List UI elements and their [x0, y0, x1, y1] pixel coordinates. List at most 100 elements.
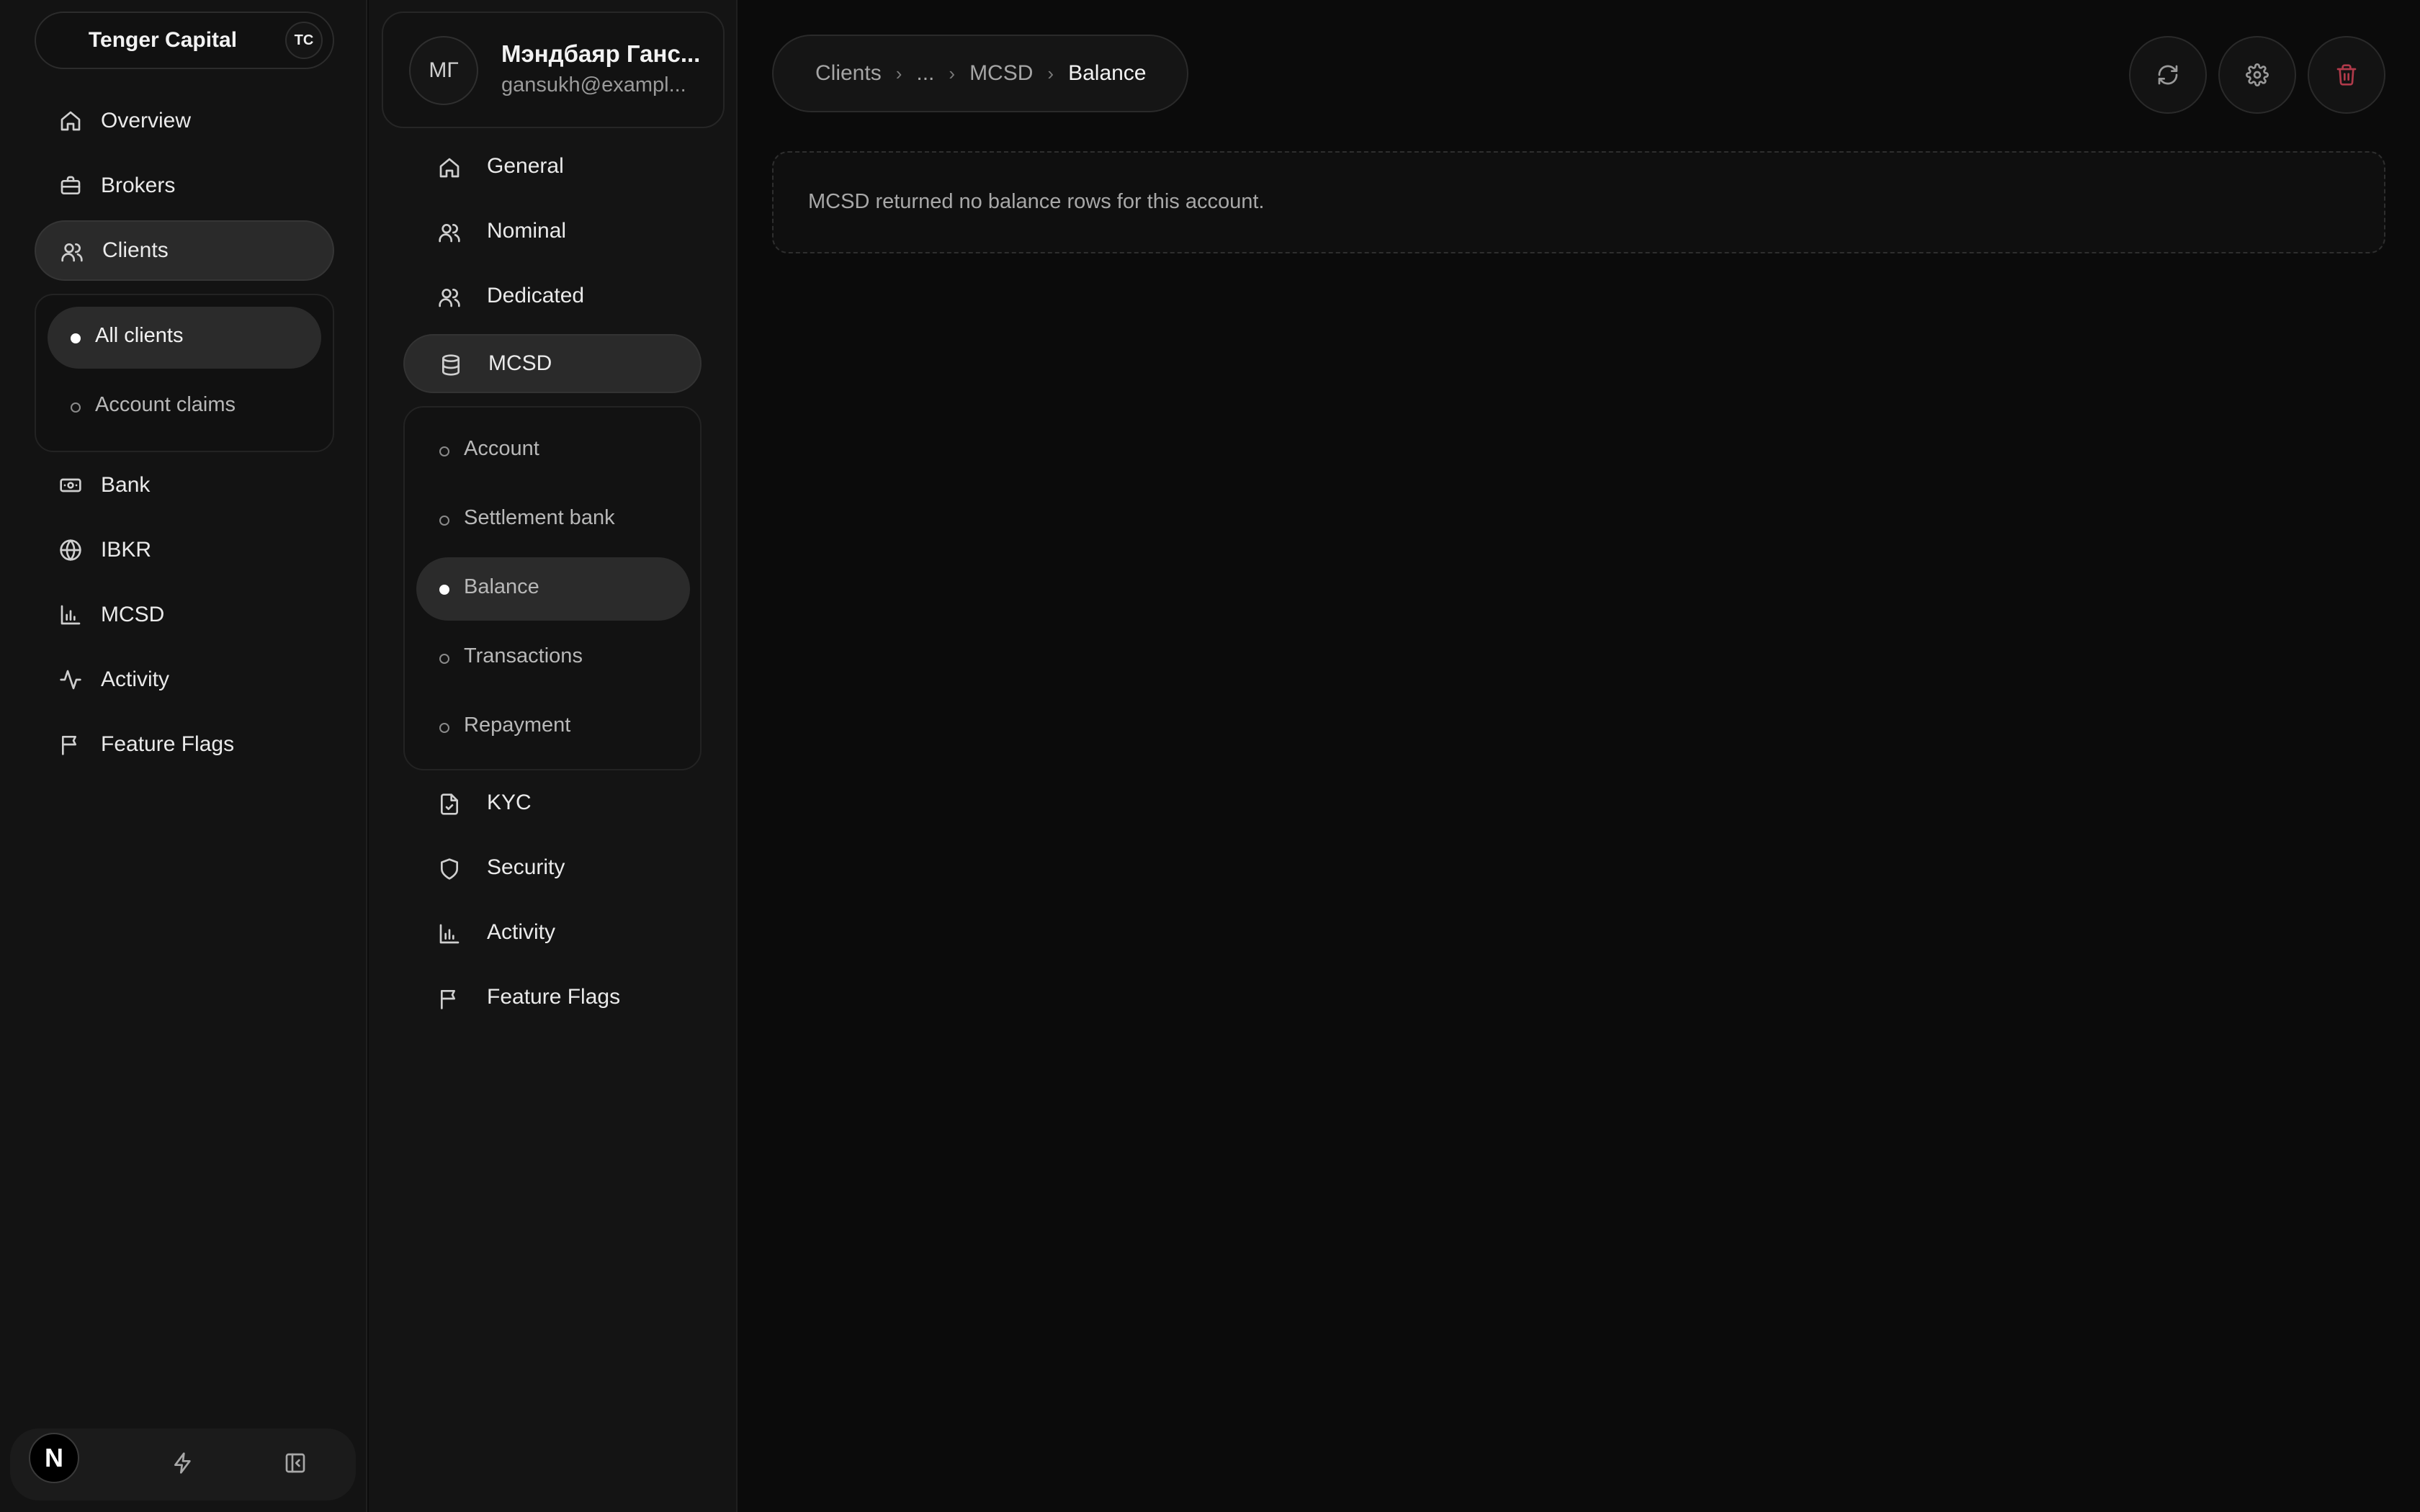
sidebar-subitem-account-claims[interactable]: Account claims: [48, 376, 321, 438]
mcsd-submenu: Account Settlement bank Balance Transact…: [403, 406, 702, 770]
mcsd-subitem-balance[interactable]: Balance: [416, 557, 690, 621]
breadcrumb-balance: Balance: [1068, 61, 1147, 85]
client-nav-security[interactable]: Security: [403, 840, 702, 899]
settings-button[interactable]: [2218, 36, 2296, 114]
home-icon: [59, 109, 82, 132]
flag-icon: [438, 987, 461, 1010]
client-nav-label: MCSD: [488, 351, 552, 375]
activity-icon: [59, 668, 82, 691]
client-nav-dedicated[interactable]: Dedicated: [403, 268, 702, 327]
breadcrumb-ellipsis[interactable]: ...: [916, 61, 934, 86]
sidebar-item-label: Activity: [101, 667, 170, 691]
users-icon: [438, 286, 461, 309]
mcsd-subitem-account[interactable]: Account: [416, 419, 690, 482]
sidebar-item-activity[interactable]: Activity: [35, 649, 334, 710]
client-nav-label: Feature Flags: [487, 985, 621, 1009]
sidebar-item-label: Feature Flags: [101, 732, 235, 756]
mcsd-subitem-label: Settlement bank: [464, 506, 615, 529]
mcsd-subitem-label: Balance: [464, 575, 539, 598]
main-content: Clients › ... › MCSD › Balance MCSD retu…: [738, 0, 2420, 1512]
client-email: gansukh@exampl...: [501, 73, 686, 96]
active-dot-icon: [439, 585, 449, 595]
clients-submenu: All clients Account claims: [35, 294, 334, 452]
sidebar-item-mcsd[interactable]: MCSD: [35, 585, 334, 645]
org-name: Tenger Capital: [88, 28, 238, 52]
breadcrumb-mcsd[interactable]: MCSD: [969, 61, 1033, 86]
chevron-right-icon: ›: [949, 62, 956, 84]
sidebar-item-overview[interactable]: Overview: [35, 91, 334, 151]
sidebar-item-label: MCSD: [101, 603, 165, 626]
sidebar-item-label: Bank: [101, 473, 151, 497]
bar-chart-icon: [438, 922, 461, 945]
refresh-icon: [2156, 63, 2179, 86]
flag-icon: [59, 733, 82, 756]
bolt-icon[interactable]: [171, 1452, 194, 1475]
home-icon: [438, 156, 461, 179]
sidebar-item-label: Clients: [102, 238, 169, 262]
mcsd-subitem-label: Repayment: [464, 714, 571, 737]
mcsd-subitem-transactions[interactable]: Transactions: [416, 626, 690, 690]
globe-icon: [59, 539, 82, 562]
client-nav-label: Dedicated: [487, 284, 585, 307]
chevron-right-icon: ›: [895, 62, 902, 84]
shield-icon: [438, 858, 461, 881]
users-icon: [438, 221, 461, 244]
sidebar-item-brokers[interactable]: Brokers: [35, 156, 334, 216]
breadcrumb: Clients › ... › MCSD › Balance: [772, 35, 1188, 112]
sidebar-item-label: Brokers: [101, 174, 176, 197]
inactive-dot-icon: [439, 516, 449, 526]
client-sidebar: МГ Мэндбаяр Ганс... gansukh@exampl... Ge…: [369, 0, 738, 1512]
collapse-sidebar-icon[interactable]: [284, 1452, 307, 1475]
users-icon: [60, 240, 84, 264]
empty-state: MCSD returned no balance rows for this a…: [772, 151, 2385, 253]
inactive-dot-icon: [439, 446, 449, 456]
sidebar-subitem-label: Account claims: [95, 393, 236, 416]
sidebar-item-label: Overview: [101, 109, 192, 132]
client-nav-label: Security: [487, 855, 565, 879]
client-nav-activity[interactable]: Activity: [403, 904, 702, 963]
sidebar-item-label: IBKR: [101, 538, 152, 562]
file-check-icon: [438, 793, 461, 816]
trash-icon: [2335, 63, 2358, 86]
mcsd-subitem-settlement-bank[interactable]: Settlement bank: [416, 488, 690, 552]
chevron-right-icon: ›: [1047, 62, 1054, 84]
client-nav-feature-flags[interactable]: Feature Flags: [403, 969, 702, 1028]
sidebar-subitem-label: All clients: [95, 324, 184, 347]
sidebar-item-feature-flags[interactable]: Feature Flags: [35, 714, 334, 775]
inactive-dot-icon: [439, 654, 449, 664]
client-nav-general[interactable]: General: [403, 138, 702, 197]
client-nav-label: Activity: [487, 920, 556, 944]
refresh-button[interactable]: [2129, 36, 2207, 114]
client-nav-nominal[interactable]: Nominal: [403, 203, 702, 262]
sidebar-subitem-all-clients[interactable]: All clients: [48, 307, 321, 369]
empty-state-message: MCSD returned no balance rows for this a…: [808, 190, 1265, 213]
sidebar-item-ibkr[interactable]: IBKR: [35, 520, 334, 580]
delete-button[interactable]: [2308, 36, 2385, 114]
client-nav-mcsd[interactable]: MCSD: [403, 334, 702, 393]
sidebar-item-clients[interactable]: Clients: [35, 220, 334, 281]
inactive-dot-icon: [71, 402, 81, 413]
mcsd-subitem-repayment[interactable]: Repayment: [416, 696, 690, 759]
bar-chart-icon: [59, 603, 82, 626]
app-logo[interactable]: N: [29, 1433, 79, 1483]
primary-sidebar: Tenger Capital TC Overview Brokers Clien…: [0, 0, 367, 1512]
active-dot-icon: [71, 333, 81, 343]
mcsd-subitem-label: Account: [464, 437, 539, 460]
org-badge: TC: [285, 22, 323, 59]
database-icon: [439, 354, 462, 377]
client-profile-card[interactable]: МГ Мэндбаяр Ганс... gansukh@exampl...: [382, 12, 725, 128]
client-nav-label: General: [487, 154, 564, 178]
avatar: МГ: [409, 36, 478, 105]
mcsd-subitem-label: Transactions: [464, 644, 583, 667]
client-name: Мэндбаяр Ганс...: [501, 40, 701, 67]
sidebar-item-bank[interactable]: Bank: [35, 455, 334, 516]
client-nav-kyc[interactable]: KYC: [403, 775, 702, 834]
inactive-dot-icon: [439, 723, 449, 733]
briefcase-icon: [59, 174, 82, 197]
client-nav-label: Nominal: [487, 219, 567, 243]
banknote-icon: [59, 474, 82, 497]
client-nav-label: KYC: [487, 791, 532, 814]
org-switcher[interactable]: Tenger Capital TC: [35, 12, 334, 69]
gear-icon: [2246, 63, 2269, 86]
breadcrumb-clients[interactable]: Clients: [815, 61, 882, 86]
